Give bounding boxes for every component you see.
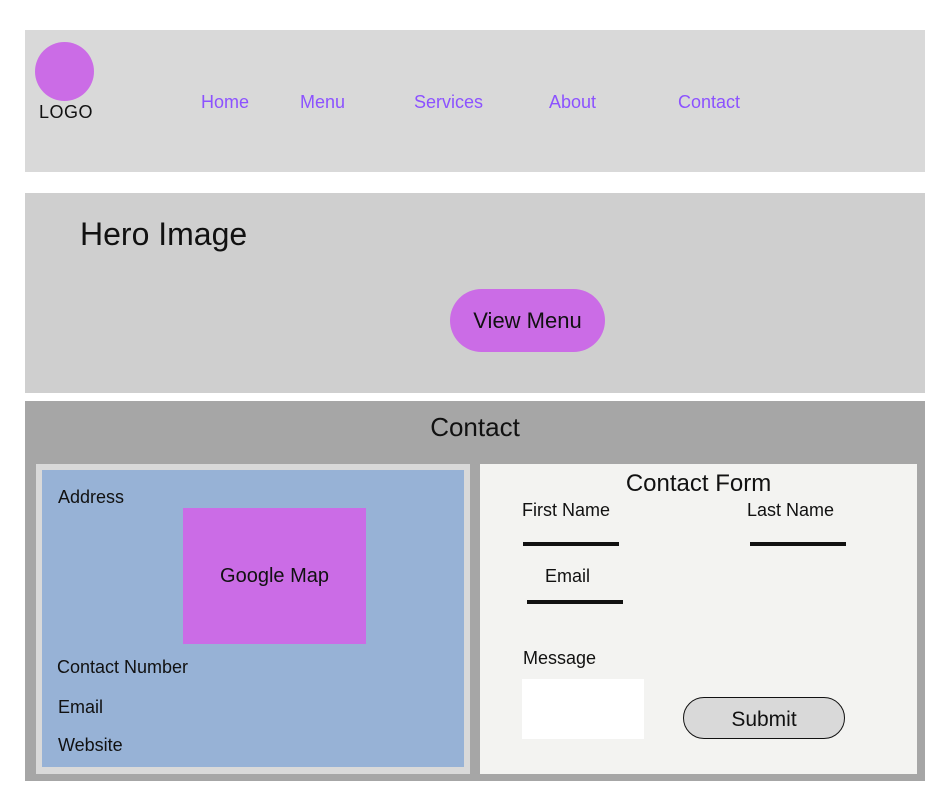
- nav-about[interactable]: About: [549, 92, 596, 113]
- address-label: Address: [58, 487, 125, 507]
- nav-contact[interactable]: Contact: [678, 92, 740, 113]
- nav-services[interactable]: Services: [414, 92, 483, 113]
- google-map[interactable]: Google Map: [183, 508, 366, 644]
- hero-title: Hero Image: [80, 216, 248, 252]
- message-label: Message: [523, 648, 597, 668]
- nav-menu[interactable]: Menu: [300, 92, 345, 113]
- email-info-label: Email: [58, 697, 104, 717]
- submit-button[interactable]: Submit: [683, 697, 845, 739]
- contact-number-label: Contact Number: [57, 657, 189, 677]
- contact-form-title: Contact Form: [625, 470, 772, 497]
- last-name-label: Last Name: [747, 500, 835, 520]
- nav-home[interactable]: Home: [201, 92, 249, 113]
- first-name-label: First Name: [522, 500, 611, 520]
- view-menu-button[interactable]: View Menu: [450, 289, 605, 352]
- website-label: Website: [58, 735, 123, 755]
- contact-title: Contact: [430, 412, 520, 442]
- logo-text[interactable]: LOGO: [39, 102, 93, 123]
- logo-circle-icon[interactable]: [35, 42, 94, 101]
- last-name-field[interactable]: [750, 524, 846, 546]
- email-field[interactable]: [527, 582, 623, 604]
- message-field[interactable]: [522, 679, 644, 739]
- google-map-label: Google Map: [220, 564, 329, 587]
- first-name-field[interactable]: [523, 524, 619, 546]
